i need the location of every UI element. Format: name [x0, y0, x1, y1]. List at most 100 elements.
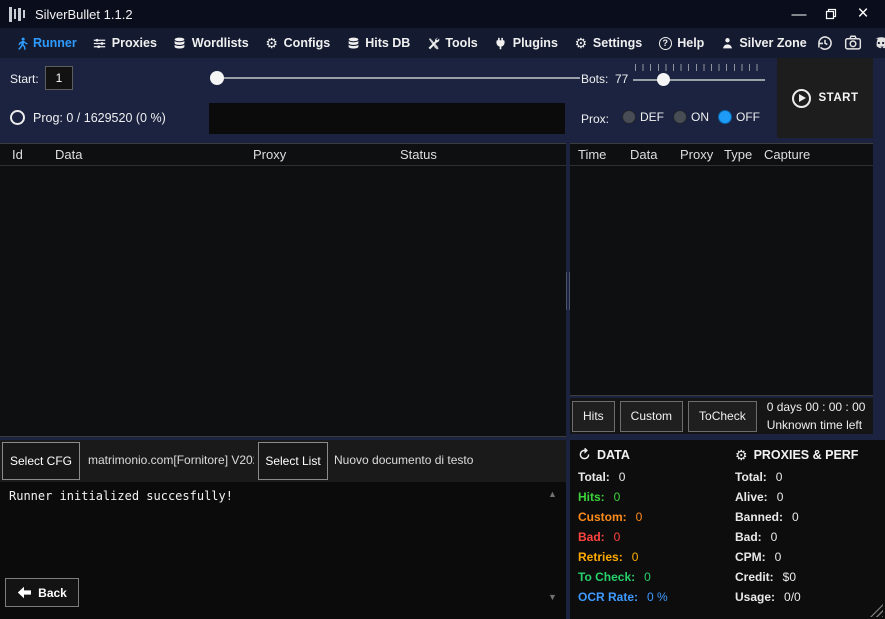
hits-tabs-row: Hits Custom ToCheck 0 days 00 : 00 : 00 … — [570, 398, 873, 434]
stat-row: Hits:0 — [578, 490, 730, 510]
bots-slider[interactable] — [633, 64, 765, 92]
app-logo-icon — [9, 6, 25, 22]
menu-item-label: Proxies — [112, 36, 157, 50]
close-button[interactable]: × — [847, 2, 879, 26]
stat-row: Credit:$0 — [735, 570, 883, 590]
time-left: Unknown time left — [767, 418, 862, 432]
help-icon: ? — [659, 37, 672, 50]
elapsed-time: 0 days 00 : 00 : 00 — [767, 400, 866, 414]
title-bar: SilverBullet 1.1.2 — × — [0, 0, 885, 28]
column-header-proxy[interactable]: Proxy — [253, 147, 286, 162]
menu-item-silver-zone[interactable]: Silver Zone — [712, 28, 814, 58]
log-output[interactable]: Runner initialized succesfully! — [0, 482, 566, 619]
menu-item-configs[interactable]: ⚙ Configs — [257, 28, 339, 58]
tab-custom[interactable]: Custom — [620, 401, 683, 432]
radio-label: OFF — [736, 110, 760, 124]
menu-item-runner[interactable]: Runner — [6, 28, 85, 58]
hits-table-body — [570, 166, 873, 395]
start-label: Start: — [10, 72, 39, 86]
stat-row: Custom:0 — [578, 510, 730, 530]
menu-item-tools[interactable]: Tools — [418, 28, 485, 58]
slider-ticks — [635, 64, 763, 71]
column-header-proxy[interactable]: Proxy — [680, 147, 713, 162]
results-table-body — [0, 166, 566, 436]
stat-row: OCR Rate:0 % — [578, 590, 730, 610]
radio-def[interactable]: DEF — [622, 110, 664, 124]
hits-table-header: Time Data Proxy Type Capture — [570, 144, 873, 166]
selected-config-name: matrimonio.com[Fornitore] V202 — [88, 453, 254, 467]
plug-icon — [494, 36, 508, 50]
refresh-icon — [578, 448, 591, 461]
menu-item-label: Help — [677, 36, 704, 50]
stat-row: CPM:0 — [735, 550, 883, 570]
stat-row: To Check:0 — [578, 570, 730, 590]
progress-text: Prog: 0 / 1629520 (0 %) — [33, 111, 166, 125]
log-line: Runner initialized succesfully! — [9, 489, 233, 503]
scroll-down-icon[interactable]: ▼ — [548, 592, 557, 602]
gear-icon: ⚙ — [574, 36, 588, 50]
column-header-data[interactable]: Data — [55, 147, 82, 162]
stat-row: Bad:0 — [735, 530, 883, 550]
back-button[interactable]: Back — [5, 578, 79, 607]
stat-row: Total:0 — [578, 470, 730, 490]
selected-list-name: Nuovo documento di testo — [334, 453, 559, 467]
slider-track — [211, 77, 580, 79]
minimize-button[interactable]: — — [783, 2, 815, 26]
config-bar: Select CFG matrimonio.com[Fornitore] V20… — [0, 440, 566, 482]
prog-label: Prog: — [33, 111, 63, 125]
discord-icon[interactable] — [871, 33, 885, 53]
database-icon — [173, 36, 187, 50]
radio-off[interactable]: OFF — [718, 110, 760, 124]
column-header-type[interactable]: Type — [724, 147, 752, 162]
data-stats-title: DATA — [597, 448, 630, 462]
menu-item-settings[interactable]: ⚙ Settings — [566, 28, 650, 58]
maximize-button[interactable] — [815, 2, 847, 26]
select-list-button[interactable]: Select List — [258, 442, 328, 480]
select-cfg-button[interactable]: Select CFG — [2, 442, 80, 480]
menu-item-help[interactable]: ? Help — [650, 28, 712, 58]
person-icon — [720, 36, 734, 50]
slider-thumb[interactable] — [657, 73, 670, 86]
column-header-id[interactable]: Id — [12, 147, 23, 162]
column-header-time[interactable]: Time — [578, 147, 606, 162]
proxies-stats-column: ⚙ PROXIES & PERF Total:0 Alive:0 Banned:… — [735, 447, 883, 610]
back-arrow-icon — [17, 586, 32, 599]
radio-circle-icon — [673, 110, 687, 124]
start-input[interactable] — [45, 66, 73, 90]
menu-item-label: Settings — [593, 36, 642, 50]
data-stats-column: DATA Total:0 Hits:0 Custom:0 Bad:0 Retri… — [578, 447, 730, 610]
start-slider[interactable] — [207, 70, 580, 86]
radio-label: ON — [691, 110, 709, 124]
menu-bar: Runner Proxies Wordlists ⚙ Configs Hits … — [0, 28, 885, 58]
column-header-data[interactable]: Data — [630, 147, 657, 162]
restore-icon — [825, 8, 837, 20]
tools-icon — [426, 36, 440, 50]
prog-value: 0 / 1629520 (0 %) — [66, 111, 165, 125]
slider-track — [633, 79, 765, 81]
camera-icon[interactable] — [843, 33, 863, 53]
tab-tocheck[interactable]: ToCheck — [688, 401, 757, 432]
slider-thumb[interactable] — [210, 71, 224, 85]
stat-row: Usage:0/0 — [735, 590, 883, 610]
radio-on[interactable]: ON — [673, 110, 709, 124]
radio-circle-icon — [622, 110, 636, 124]
bots-value: 77 — [615, 72, 628, 86]
scroll-up-icon[interactable]: ▲ — [548, 489, 557, 499]
stat-row: Total:0 — [735, 470, 883, 490]
history-icon[interactable] — [815, 33, 835, 53]
results-table: Id Data Proxy Status — [0, 143, 566, 437]
start-button[interactable]: START — [777, 58, 873, 138]
database-icon — [346, 36, 360, 50]
hits-table: Time Data Proxy Type Capture — [570, 143, 873, 396]
start-button-label: START — [819, 92, 859, 104]
menu-item-hits-db[interactable]: Hits DB — [338, 28, 418, 58]
column-header-status[interactable]: Status — [400, 147, 437, 162]
tab-hits[interactable]: Hits — [572, 401, 615, 432]
menu-item-wordlists[interactable]: Wordlists — [165, 28, 257, 58]
radio-label: DEF — [640, 110, 664, 124]
column-header-capture[interactable]: Capture — [764, 147, 810, 162]
timer-block: 0 days 00 : 00 : 00 Unknown time left — [767, 398, 866, 434]
stat-row: Bad:0 — [578, 530, 730, 550]
menu-item-proxies[interactable]: Proxies — [85, 28, 165, 58]
menu-item-plugins[interactable]: Plugins — [486, 28, 566, 58]
